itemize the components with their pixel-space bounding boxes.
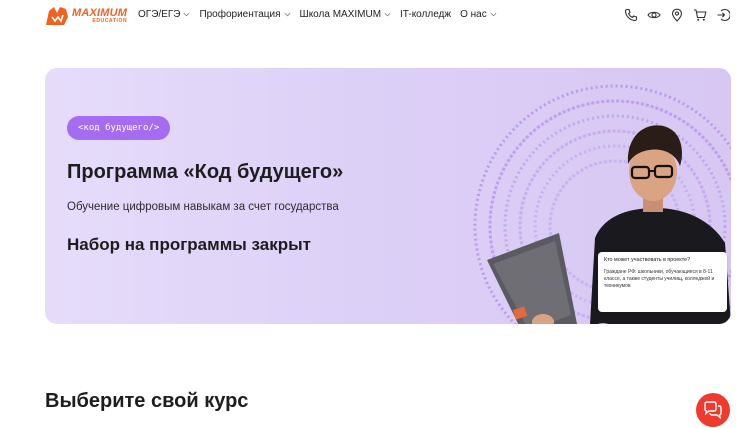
chat-button[interactable] (696, 393, 730, 427)
nav-item-oge-ege[interactable]: ОГЭ/ЕГЭ (138, 9, 190, 20)
nav-item-about[interactable]: О нас (460, 9, 497, 20)
chevron-down-icon (384, 12, 391, 17)
hero-title: Программа «Код будущего» (67, 161, 344, 183)
location-icon[interactable] (670, 8, 684, 22)
nav-item-label: Профориентация (199, 9, 281, 20)
login-icon[interactable] (716, 8, 730, 22)
main-nav: ОГЭ/ЕГЭ Профориентация Школа MAXIMUM IT-… (138, 9, 497, 20)
participation-tooltip: Кто может участвовать в проекте? Граждан… (598, 252, 727, 312)
logo[interactable]: MAXIMUM EDUCATION (44, 4, 128, 28)
header-actions (624, 8, 730, 22)
course-section-title: Выберите свой курс (45, 390, 249, 412)
cart-icon[interactable] (693, 8, 707, 22)
nav-item-school[interactable]: Школа MAXIMUM (300, 9, 392, 20)
nav-item-label: О нас (460, 9, 487, 20)
nav-item-career-guidance[interactable]: Профориентация (199, 9, 290, 20)
phone-icon[interactable] (624, 8, 638, 22)
tooltip-question: Кто может участвовать в проекте? (604, 257, 691, 263)
tooltip-answer: Граждане РФ: школьники, обучающиеся в 8-… (604, 269, 715, 289)
chat-bubbles-icon (704, 401, 722, 419)
nav-item-label: ОГЭ/ЕГЭ (138, 9, 181, 20)
program-badge: <код будущего/> (67, 116, 171, 140)
nav-item-it-college[interactable]: IT-колледж (400, 9, 451, 20)
nav-item-label: Школа MAXIMUM (299, 9, 382, 20)
eye-icon[interactable] (647, 8, 661, 22)
logo-subtitle: EDUCATION (92, 18, 128, 24)
enrollment-status: Набор на программы закрыт (67, 235, 311, 254)
hero-subtitle: Обучение цифровым навыкам за счет госуда… (67, 201, 339, 213)
maximum-logo-icon (46, 7, 68, 25)
chevron-down-icon (284, 12, 290, 17)
nav-item-label: IT-колледж (400, 9, 452, 20)
chevron-down-icon (184, 12, 190, 17)
chevron-down-icon (490, 12, 497, 17)
site-header: MAXIMUM EDUCATION ОГЭ/ЕГЭ Профориентация… (0, 0, 750, 34)
hero-banner: <код будущего/> Программа «Код будущего»… (45, 68, 731, 324)
